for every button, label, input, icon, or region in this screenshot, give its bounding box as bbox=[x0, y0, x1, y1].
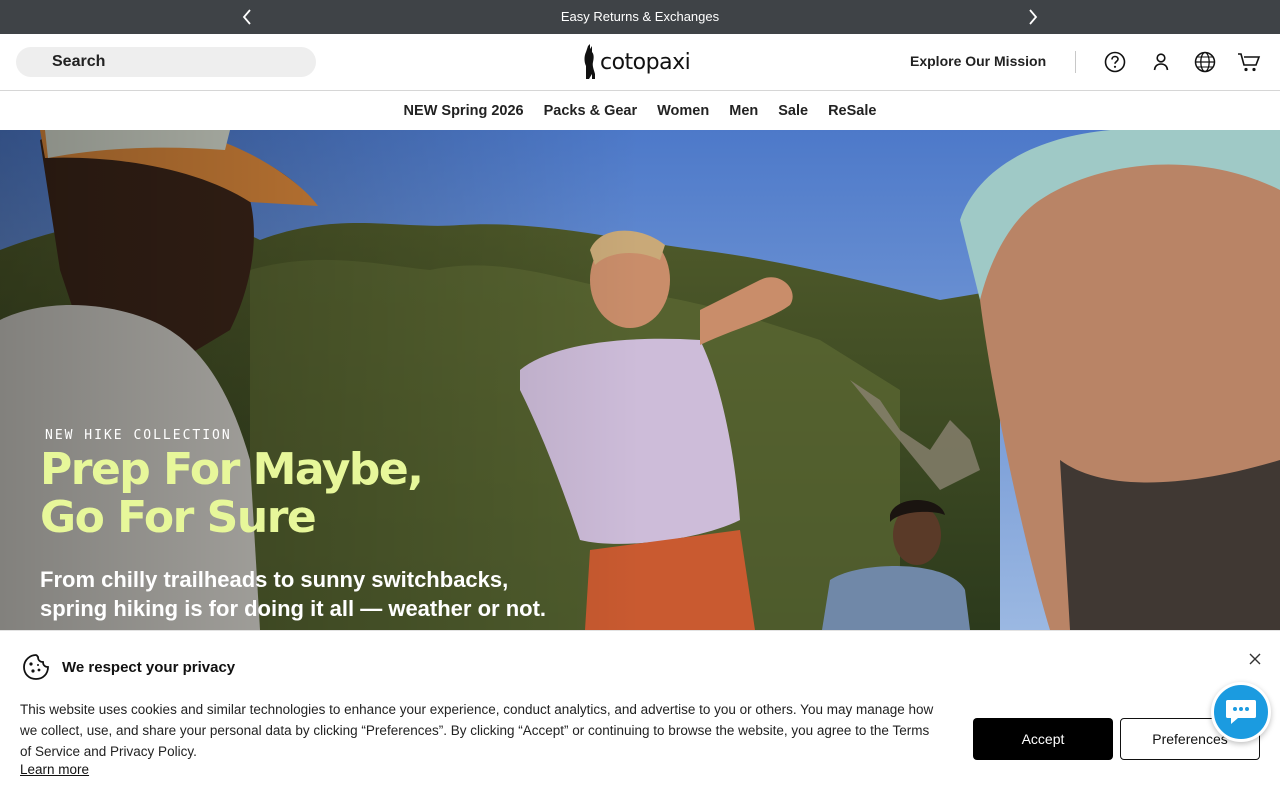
learn-more-link[interactable]: Learn more bbox=[20, 762, 89, 777]
header-divider bbox=[1075, 51, 1076, 73]
cookie-body-text: This website uses cookies and similar te… bbox=[20, 702, 934, 759]
hero-headline: Prep For Maybe, Go For Sure bbox=[40, 444, 424, 543]
logo-wordmark: cotopaxi bbox=[600, 49, 691, 75]
nav-item-packs-gear[interactable]: Packs & Gear bbox=[544, 103, 638, 119]
hero-subtext-line-1: From chilly trailheads to sunny switchba… bbox=[40, 567, 509, 592]
explore-mission-link[interactable]: Explore Our Mission bbox=[910, 53, 1046, 69]
cookie-title: We respect your privacy bbox=[62, 659, 236, 676]
cart-icon[interactable] bbox=[1237, 50, 1261, 74]
site-header: Search cotopaxi Explore Our Mission bbox=[0, 34, 1280, 91]
hero-headline-line-1: Prep For Maybe, bbox=[40, 444, 424, 495]
hero-subtext-line-2: spring hiking is for doing it all — weat… bbox=[40, 596, 547, 621]
nav-item-men[interactable]: Men bbox=[729, 103, 758, 119]
nav-item-women[interactable]: Women bbox=[657, 103, 709, 119]
category-nav: NEW Spring 2026 Packs & Gear Women Men S… bbox=[0, 91, 1280, 130]
search-input[interactable]: Search bbox=[16, 47, 316, 77]
llama-logo-icon bbox=[584, 44, 595, 79]
close-icon[interactable] bbox=[1245, 649, 1265, 669]
search-label: Search bbox=[52, 53, 106, 70]
account-icon[interactable] bbox=[1149, 50, 1173, 74]
cookie-icon bbox=[22, 653, 50, 686]
hero-photo bbox=[0, 130, 1280, 630]
help-icon[interactable] bbox=[1103, 50, 1127, 74]
chat-icon[interactable] bbox=[1211, 682, 1271, 742]
nav-item-new-spring[interactable]: NEW Spring 2026 bbox=[404, 103, 524, 119]
hero-subtext: From chilly trailheads to sunny switchba… bbox=[40, 565, 760, 623]
chevron-right-icon[interactable] bbox=[1021, 5, 1045, 29]
globe-icon[interactable] bbox=[1193, 50, 1217, 74]
hero-headline-line-2: Go For Sure bbox=[40, 492, 317, 543]
nav-item-sale[interactable]: Sale bbox=[778, 103, 808, 119]
cookie-banner: We respect your privacy This website use… bbox=[0, 630, 1280, 800]
announcement-bar: Easy Returns & Exchanges bbox=[0, 0, 1280, 34]
site-logo[interactable]: cotopaxi bbox=[582, 43, 691, 81]
hero-eyebrow: NEW HIKE COLLECTION bbox=[45, 428, 232, 443]
hero-banner[interactable]: NEW HIKE COLLECTION Prep For Maybe, Go F… bbox=[0, 130, 1280, 630]
nav-item-resale[interactable]: ReSale bbox=[828, 103, 876, 119]
accept-button[interactable]: Accept bbox=[973, 718, 1113, 760]
announcement-message[interactable]: Easy Returns & Exchanges bbox=[0, 9, 1280, 24]
